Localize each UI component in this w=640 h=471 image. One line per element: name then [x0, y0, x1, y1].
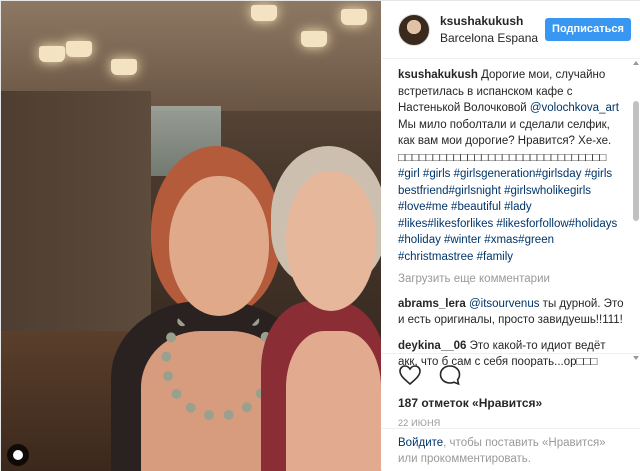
follow-button[interactable]: Подписаться — [545, 18, 631, 41]
comments-scrollbar[interactable] — [633, 61, 639, 361]
scrollbar-thumb[interactable] — [633, 101, 639, 221]
comment-item: abrams_lera @itsourvenus ты дурной. Это … — [398, 296, 628, 329]
caption-mention-link[interactable]: @volochkova_art — [530, 102, 619, 114]
caption-username[interactable]: ksushakukush — [398, 69, 478, 81]
photo-lamp — [301, 31, 327, 47]
post-actions: 187 отметок «Нравится» 22 июня — [382, 353, 640, 428]
heart-icon[interactable] — [398, 363, 422, 387]
likes-count[interactable]: 187 отметок «Нравится» — [398, 396, 625, 410]
comment-icon[interactable] — [438, 363, 462, 387]
caption-hashtags[interactable]: #girl #girls #girlsgeneration#girlsday #… — [398, 168, 617, 263]
photo-lamp — [66, 41, 92, 57]
comment-username[interactable]: deykina__06 — [398, 340, 466, 352]
photo-indicator-icon[interactable] — [7, 444, 29, 466]
photo-lamp — [341, 9, 367, 25]
photo-wall — [1, 91, 151, 341]
person-right-chest — [286, 331, 381, 471]
person-right-face — [286, 171, 376, 311]
author-location[interactable]: Barcelona Espana — [440, 31, 538, 45]
photo-lamp — [39, 46, 65, 62]
comments-list[interactable]: ksushakukush Дорогие мои, случайно встре… — [398, 67, 628, 367]
login-link[interactable]: Войдите — [398, 437, 443, 449]
comment-username[interactable]: abrams_lera — [398, 298, 466, 310]
caption-text-continued: Мы мило поболтали и сделали селфик, как … — [398, 118, 612, 164]
photo-lamp — [251, 5, 277, 21]
necklace — [161, 301, 276, 421]
post-header: ksushakukush Barcelona Espana Подписатьс… — [382, 1, 640, 59]
load-more-comments-link[interactable]: Загрузить еще комментарии — [398, 271, 628, 288]
instagram-post: ksushakukush Barcelona Espana Подписатьс… — [0, 0, 640, 471]
photo-lamp — [111, 59, 137, 75]
comment-mention-link[interactable]: @itsourvenus — [469, 298, 539, 310]
avatar[interactable] — [398, 14, 430, 46]
action-icons — [398, 362, 625, 388]
caption: ksushakukush Дорогие мои, случайно встре… — [398, 67, 628, 265]
post-date[interactable]: 22 июня — [398, 418, 625, 428]
person-left-face — [169, 176, 269, 316]
post-side-panel: ksushakukush Barcelona Espana Подписатьс… — [382, 1, 640, 471]
post-photo[interactable] — [1, 1, 381, 471]
login-prompt: Войдите, чтобы поставить «Нравится» или … — [382, 428, 640, 471]
author-username[interactable]: ksushakukush — [440, 14, 523, 28]
